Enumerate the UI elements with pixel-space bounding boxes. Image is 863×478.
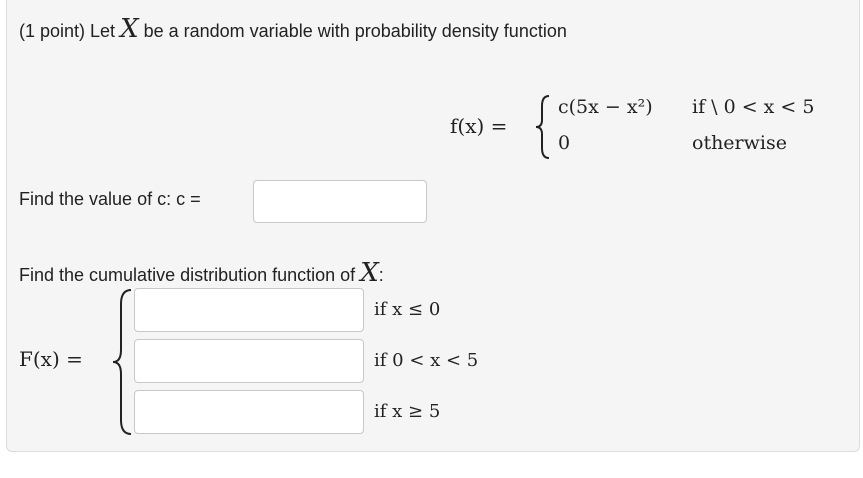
cdf-lhs: F(x) = bbox=[19, 347, 83, 371]
cdf-row1-input[interactable] bbox=[134, 288, 364, 332]
pdf-case1-expr: c(5x − x²) bbox=[558, 96, 653, 118]
cdf-row3-input[interactable] bbox=[134, 390, 364, 434]
variable-x: X bbox=[120, 14, 139, 44]
find-cdf-colon: : bbox=[378, 265, 384, 285]
find-cdf-label-text: Find the cumulative distribution functio… bbox=[19, 265, 356, 285]
problem-panel bbox=[6, 0, 860, 452]
cdf-row3-condition: if x ≥ 5 bbox=[374, 401, 441, 422]
cdf-row1-condition: if x ≤ 0 bbox=[374, 299, 441, 320]
pdf-brace bbox=[535, 95, 550, 159]
pdf-case2-expr: 0 bbox=[558, 132, 571, 154]
find-cdf-label: Find the cumulative distribution functio… bbox=[19, 258, 384, 288]
pdf-case1-condition: if \ 0 < x < 5 bbox=[692, 96, 815, 118]
cdf-variable-x: X bbox=[360, 258, 379, 288]
problem-prefix: (1 point) Let bbox=[19, 21, 116, 41]
cdf-row2-condition: if 0 < x < 5 bbox=[374, 350, 479, 371]
find-c-label: Find the value of c: c = bbox=[19, 189, 201, 209]
cdf-row2-input[interactable] bbox=[134, 339, 364, 383]
pdf-case2-condition: otherwise bbox=[692, 132, 787, 154]
cdf-brace bbox=[112, 289, 132, 435]
pdf-lhs: f(x) = bbox=[450, 114, 508, 138]
problem-suffix: be a random variable with probability de… bbox=[143, 21, 567, 41]
problem-statement: (1 point) Let X be a random variable wit… bbox=[19, 14, 567, 44]
c-value-input[interactable] bbox=[253, 180, 427, 223]
